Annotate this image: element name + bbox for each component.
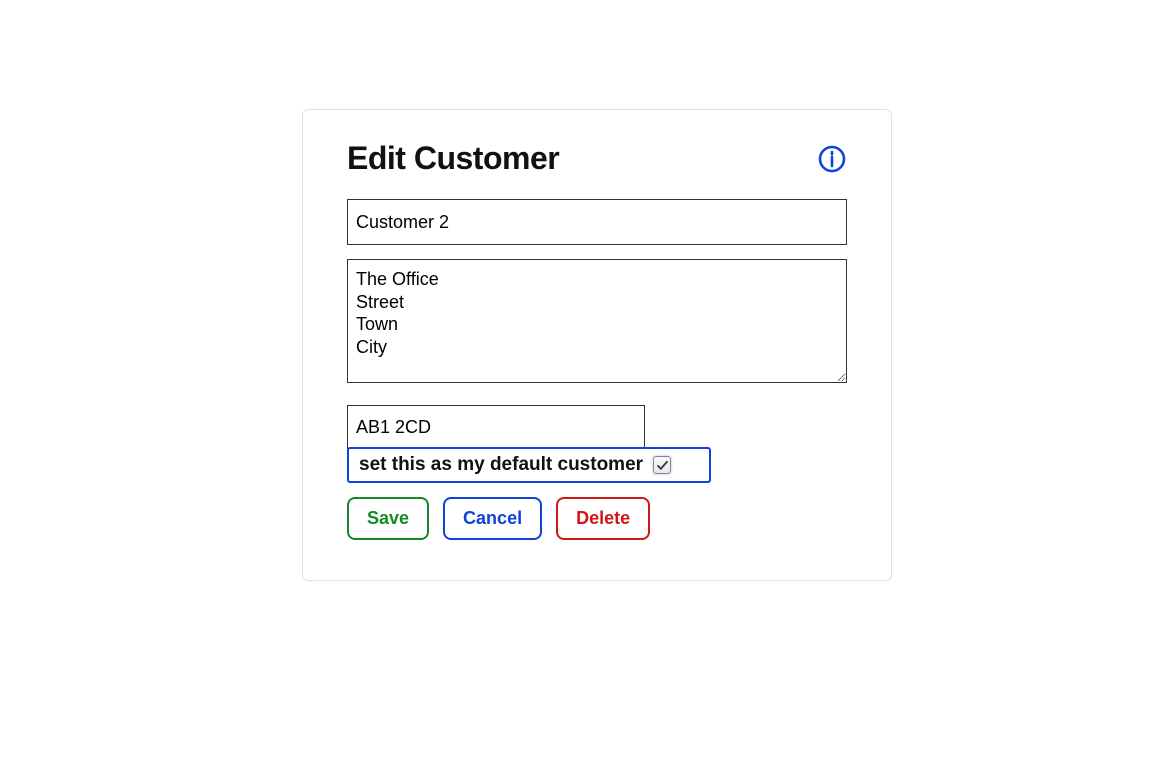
panel-header: Edit Customer [347,140,847,177]
panel-title: Edit Customer [347,140,559,177]
customer-postcode-input[interactable] [347,405,645,449]
fields-group: set this as my default customer Save Can… [347,199,847,540]
default-customer-checkbox-wrap [653,456,671,474]
cancel-button[interactable]: Cancel [443,497,542,540]
save-button[interactable]: Save [347,497,429,540]
default-customer-row[interactable]: set this as my default customer [347,447,711,483]
info-icon[interactable] [817,144,847,174]
customer-name-input[interactable] [347,199,847,245]
default-customer-label: set this as my default customer [359,454,643,476]
button-row: Save Cancel Delete [347,497,847,540]
default-customer-checkbox[interactable] [653,456,671,474]
edit-customer-panel: Edit Customer set this as my default cus… [302,109,892,581]
customer-address-textarea[interactable] [347,259,847,383]
delete-button[interactable]: Delete [556,497,650,540]
